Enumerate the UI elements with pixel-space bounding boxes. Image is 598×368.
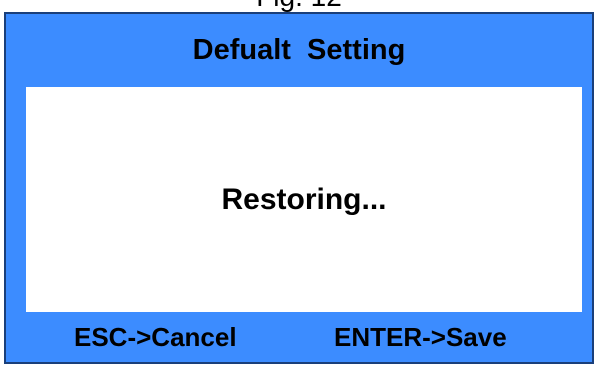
figure-caption-text: Fig. 12 (0, 0, 598, 12)
message-area: Restoring... (26, 87, 582, 312)
dialog-title: Defualt Setting (192, 33, 406, 66)
softkey-bar: ESC->Cancel ENTER->Save (6, 312, 592, 362)
save-button[interactable]: ENTER->Save (334, 312, 507, 362)
device-screen: Defualt Setting Restoring... ESC->Cancel… (4, 12, 594, 364)
figure-caption: Fig. 12 (0, 0, 598, 12)
cancel-button[interactable]: ESC->Cancel (74, 312, 237, 362)
status-message: Restoring... (221, 182, 387, 216)
